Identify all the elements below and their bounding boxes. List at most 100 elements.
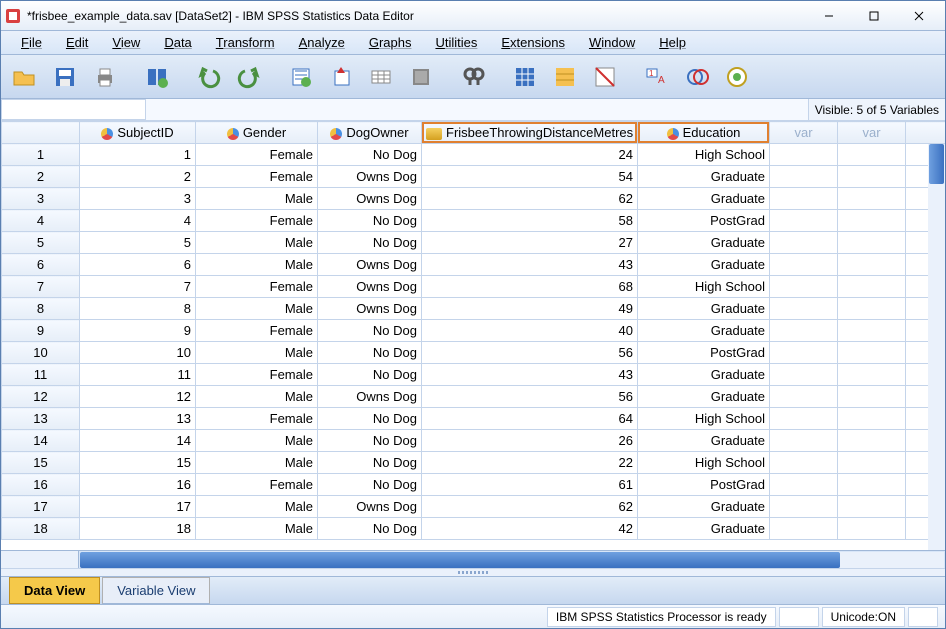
column-header-subjectid[interactable]: SubjectID [80,122,196,144]
cell[interactable]: No Dog [318,320,422,342]
table-row[interactable]: 22FemaleOwns Dog54Graduate [2,166,946,188]
cell[interactable]: Owns Dog [318,188,422,210]
cell[interactable]: No Dog [318,144,422,166]
table-row[interactable]: 11FemaleNo Dog24High School [2,144,946,166]
cell[interactable]: 61 [422,474,638,496]
cell[interactable]: 22 [422,452,638,474]
cell-empty[interactable] [838,254,906,276]
cell[interactable]: 62 [422,188,638,210]
cell-empty[interactable] [838,430,906,452]
cell[interactable]: 68 [422,276,638,298]
cell[interactable]: 18 [80,518,196,540]
cell-empty[interactable] [770,166,838,188]
cell[interactable]: Graduate [638,386,770,408]
cell[interactable]: 27 [422,232,638,254]
table-row[interactable]: 1111FemaleNo Dog43Graduate [2,364,946,386]
cell[interactable]: 17 [80,496,196,518]
row-header[interactable]: 2 [2,166,80,188]
cell[interactable]: Female [196,408,318,430]
cell[interactable]: No Dog [318,452,422,474]
cell[interactable]: 11 [80,364,196,386]
cell[interactable]: 6 [80,254,196,276]
cell[interactable]: No Dog [318,364,422,386]
customize-icon[interactable] [719,59,755,95]
cell[interactable]: Female [196,210,318,232]
cell[interactable]: Female [196,474,318,496]
recall-dialog-icon[interactable] [139,59,175,95]
menu-analyze[interactable]: Analyze [287,33,357,52]
cell[interactable]: 43 [422,364,638,386]
menu-transform[interactable]: Transform [204,33,287,52]
table-row[interactable]: 99FemaleNo Dog40Graduate [2,320,946,342]
cell[interactable]: 64 [422,408,638,430]
cell-empty[interactable] [838,386,906,408]
cell[interactable]: 13 [80,408,196,430]
cell-empty[interactable] [770,386,838,408]
cell[interactable]: Graduate [638,430,770,452]
cell-empty[interactable] [770,342,838,364]
cell[interactable]: Graduate [638,320,770,342]
select-cases-icon[interactable] [587,59,623,95]
cell-empty[interactable] [838,144,906,166]
row-header[interactable]: 6 [2,254,80,276]
table-row[interactable]: 88MaleOwns Dog49Graduate [2,298,946,320]
cell[interactable]: Female [196,144,318,166]
cell[interactable]: 3 [80,188,196,210]
cell[interactable]: Graduate [638,188,770,210]
cell[interactable]: Owns Dog [318,386,422,408]
table-row[interactable]: 1212MaleOwns Dog56Graduate [2,386,946,408]
cell-empty[interactable] [838,452,906,474]
cell-empty[interactable] [770,452,838,474]
row-header[interactable]: 17 [2,496,80,518]
column-header-empty[interactable]: var [770,122,838,144]
print-icon[interactable] [87,59,123,95]
cell-empty[interactable] [770,364,838,386]
table-row[interactable]: 1010MaleNo Dog56PostGrad [2,342,946,364]
row-header[interactable]: 16 [2,474,80,496]
value-labels-icon[interactable]: 1A [639,59,675,95]
cell-empty[interactable] [770,496,838,518]
maximize-button[interactable] [851,1,896,30]
row-header[interactable]: 13 [2,408,80,430]
table-row[interactable]: 1414MaleNo Dog26Graduate [2,430,946,452]
cell-empty[interactable] [838,166,906,188]
run-descriptives-icon[interactable] [403,59,439,95]
cell-empty[interactable] [770,188,838,210]
cell[interactable]: High School [638,276,770,298]
cell[interactable]: 8 [80,298,196,320]
cell[interactable]: Female [196,276,318,298]
cell[interactable]: 62 [422,496,638,518]
menu-help[interactable]: Help [647,33,698,52]
cell[interactable]: Male [196,342,318,364]
column-header-education[interactable]: Education [638,122,770,144]
cell-empty[interactable] [770,430,838,452]
vertical-scrollbar[interactable] [928,144,945,550]
table-row[interactable]: 44FemaleNo Dog58PostGrad [2,210,946,232]
cell-empty[interactable] [838,320,906,342]
column-header-dogowner[interactable]: DogOwner [318,122,422,144]
cell[interactable]: 40 [422,320,638,342]
horizontal-scrollbar[interactable] [1,550,945,568]
cell[interactable]: 9 [80,320,196,342]
tab-data-view[interactable]: Data View [9,577,100,604]
save-icon[interactable] [47,59,83,95]
table-row[interactable]: 1616FemaleNo Dog61PostGrad [2,474,946,496]
cell[interactable]: Male [196,298,318,320]
weight-cases-icon[interactable] [547,59,583,95]
table-row[interactable]: 55MaleNo Dog27Graduate [2,232,946,254]
close-button[interactable] [896,1,941,30]
cell-empty[interactable] [770,298,838,320]
table-row[interactable]: 1818MaleNo Dog42Graduate [2,518,946,540]
cell[interactable]: 56 [422,342,638,364]
cell-empty[interactable] [770,518,838,540]
table-row[interactable]: 1313FemaleNo Dog64High School [2,408,946,430]
row-header[interactable]: 11 [2,364,80,386]
cell-empty[interactable] [770,408,838,430]
cell[interactable]: No Dog [318,408,422,430]
row-header[interactable]: 14 [2,430,80,452]
cell-empty[interactable] [838,276,906,298]
cell-empty[interactable] [770,232,838,254]
cell-empty[interactable] [838,298,906,320]
row-header[interactable]: 4 [2,210,80,232]
cell[interactable]: Male [196,386,318,408]
